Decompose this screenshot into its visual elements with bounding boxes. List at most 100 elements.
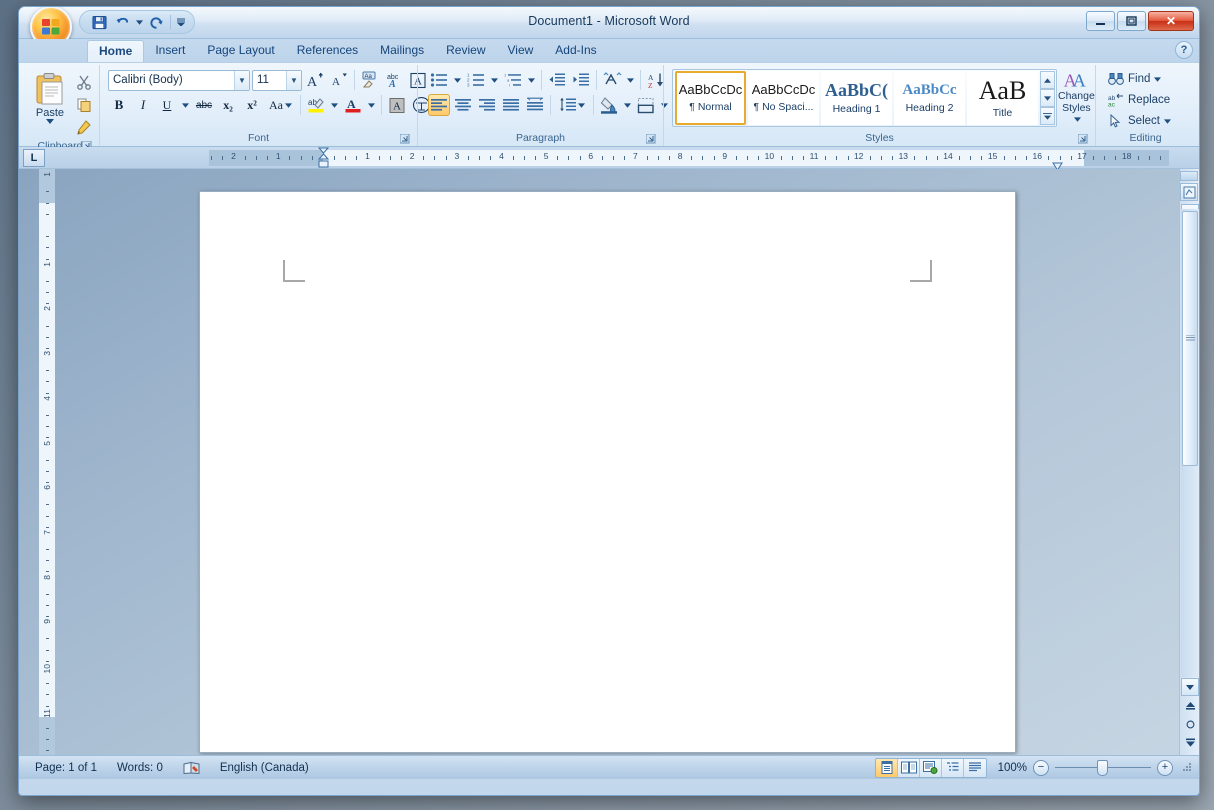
decrease-indent-button[interactable] bbox=[546, 69, 568, 91]
document-page[interactable] bbox=[199, 191, 1016, 753]
language-status[interactable]: English (Canada) bbox=[210, 758, 319, 778]
highlight-dropdown-arrow[interactable] bbox=[329, 94, 340, 116]
help-icon[interactable]: ? bbox=[1175, 41, 1193, 59]
font-color-button[interactable]: A bbox=[342, 94, 364, 116]
style-item-normal[interactable]: AaBbCcDc ¶ Normal bbox=[675, 71, 746, 125]
strikethrough-button[interactable]: abc bbox=[193, 94, 215, 116]
view-print-layout-button[interactable] bbox=[876, 759, 898, 777]
zoom-out-button[interactable]: − bbox=[1033, 760, 1049, 776]
replace-button[interactable]: ab ac Replace bbox=[1103, 90, 1175, 110]
split-window-box[interactable] bbox=[1180, 171, 1198, 181]
font-size-dropdown-arrow[interactable]: ▼ bbox=[286, 71, 301, 90]
view-draft-button[interactable] bbox=[964, 759, 986, 777]
style-item-no-spacing[interactable]: AaBbCcDc ¶ No Spaci... bbox=[748, 71, 819, 125]
zoom-slider-handle[interactable] bbox=[1097, 760, 1108, 776]
phonetic-guide-button[interactable]: Aa bbox=[359, 69, 381, 91]
align-right-button[interactable] bbox=[476, 94, 498, 116]
borders-button[interactable] bbox=[635, 94, 657, 116]
word-count-status[interactable]: Words: 0 bbox=[107, 758, 173, 778]
change-styles-button[interactable]: A A Change Styles bbox=[1057, 69, 1096, 127]
tab-home[interactable]: Home bbox=[87, 40, 144, 62]
clear-formatting-button[interactable]: abc A bbox=[383, 69, 405, 91]
vertical-ruler[interactable]: 11234567891011 bbox=[39, 169, 55, 755]
zoom-slider[interactable] bbox=[1055, 760, 1151, 776]
scrollbar-thumb[interactable] bbox=[1182, 211, 1198, 466]
next-page-button[interactable] bbox=[1181, 733, 1199, 751]
multilevel-dropdown-arrow[interactable] bbox=[526, 69, 537, 91]
change-case-button[interactable]: Aa bbox=[265, 94, 296, 116]
font-name-dropdown-arrow[interactable]: ▼ bbox=[234, 71, 249, 90]
shading-dropdown-arrow[interactable] bbox=[622, 94, 633, 116]
sort-button[interactable] bbox=[601, 69, 623, 91]
styles-scroll-up-button[interactable] bbox=[1040, 71, 1055, 89]
underline-button[interactable]: U bbox=[156, 94, 178, 116]
font-dialog-launcher[interactable] bbox=[399, 133, 411, 145]
select-browse-object-button[interactable] bbox=[1181, 715, 1199, 733]
styles-scroll-down-button[interactable] bbox=[1040, 89, 1055, 107]
view-outline-button[interactable] bbox=[942, 759, 964, 777]
tab-add-ins[interactable]: Add-Ins bbox=[544, 40, 607, 62]
multilevel-list-button[interactable]: 1 a i bbox=[502, 69, 524, 91]
numbering-dropdown-arrow[interactable] bbox=[489, 69, 500, 91]
bullets-dropdown-arrow[interactable] bbox=[452, 69, 463, 91]
minimize-button[interactable] bbox=[1086, 11, 1115, 31]
justify-button[interactable] bbox=[500, 94, 522, 116]
line-spacing-button[interactable] bbox=[555, 94, 589, 116]
format-painter-button[interactable] bbox=[73, 117, 95, 139]
style-item-heading-2[interactable]: AaBbCc Heading 2 bbox=[894, 71, 965, 125]
ruler-left-margin-band[interactable] bbox=[209, 150, 323, 166]
font-name-combo[interactable]: Calibri (Body) ▼ bbox=[108, 70, 250, 91]
font-color-dropdown-arrow[interactable] bbox=[366, 94, 377, 116]
paste-button[interactable]: Paste bbox=[27, 69, 73, 131]
tab-mailings[interactable]: Mailings bbox=[369, 40, 435, 62]
style-item-title[interactable]: AaB Title bbox=[967, 71, 1038, 125]
superscript-button[interactable]: x² bbox=[241, 94, 263, 116]
cut-button[interactable] bbox=[73, 71, 95, 93]
bold-button[interactable]: B bbox=[108, 94, 130, 116]
grow-font-button[interactable]: A bbox=[304, 69, 326, 91]
tab-insert[interactable]: Insert bbox=[144, 40, 196, 62]
distributed-button[interactable] bbox=[524, 94, 546, 116]
font-size-combo[interactable]: 11 ▼ bbox=[252, 70, 302, 91]
horizontal-ruler[interactable]: 21123456789101112131415161718 bbox=[209, 150, 1169, 166]
find-button[interactable]: Find bbox=[1103, 69, 1166, 89]
proofing-status[interactable] bbox=[173, 758, 210, 778]
character-shading-button[interactable]: A bbox=[386, 94, 408, 116]
maximize-button[interactable] bbox=[1117, 11, 1146, 31]
align-left-button[interactable] bbox=[428, 94, 450, 116]
select-button[interactable]: Select bbox=[1103, 111, 1176, 131]
text-highlight-color-button[interactable]: ab bbox=[305, 94, 327, 116]
underline-dropdown-arrow[interactable] bbox=[180, 94, 191, 116]
tab-stop-selector[interactable]: L bbox=[23, 149, 45, 167]
scroll-down-button[interactable] bbox=[1181, 678, 1199, 696]
zoom-in-button[interactable]: + bbox=[1157, 760, 1173, 776]
styles-more-button[interactable] bbox=[1040, 107, 1055, 125]
tab-view[interactable]: View bbox=[497, 40, 545, 62]
numbering-button[interactable]: 1 2 3 bbox=[465, 69, 487, 91]
subscript-button[interactable]: x₂ bbox=[217, 94, 239, 116]
paragraph-dialog-launcher[interactable] bbox=[645, 133, 657, 145]
tab-page-layout[interactable]: Page Layout bbox=[196, 40, 285, 62]
sort-dropdown-arrow[interactable] bbox=[625, 69, 636, 91]
select-browse-object-top[interactable] bbox=[1180, 183, 1198, 201]
view-web-layout-button[interactable] bbox=[920, 759, 942, 777]
window-resize-grip[interactable] bbox=[1179, 761, 1193, 775]
vertical-scrollbar[interactable] bbox=[1179, 169, 1199, 755]
center-button[interactable] bbox=[452, 94, 474, 116]
zoom-percentage[interactable]: 100% bbox=[993, 762, 1027, 774]
left-indent-marker[interactable] bbox=[318, 147, 329, 169]
copy-button[interactable] bbox=[73, 94, 95, 116]
previous-page-button[interactable] bbox=[1181, 697, 1199, 715]
shading-button[interactable] bbox=[598, 94, 620, 116]
tab-references[interactable]: References bbox=[286, 40, 369, 62]
italic-button[interactable]: I bbox=[132, 94, 154, 116]
tab-review[interactable]: Review bbox=[435, 40, 496, 62]
increase-indent-button[interactable] bbox=[570, 69, 592, 91]
close-button[interactable]: ✕ bbox=[1148, 11, 1194, 31]
shrink-font-button[interactable]: A bbox=[328, 69, 350, 91]
style-item-heading-1[interactable]: AaBbC( Heading 1 bbox=[821, 71, 892, 125]
styles-dialog-launcher[interactable] bbox=[1077, 133, 1089, 145]
view-full-screen-reading-button[interactable] bbox=[898, 759, 920, 777]
right-indent-marker[interactable] bbox=[1052, 158, 1063, 168]
bullets-button[interactable] bbox=[428, 69, 450, 91]
